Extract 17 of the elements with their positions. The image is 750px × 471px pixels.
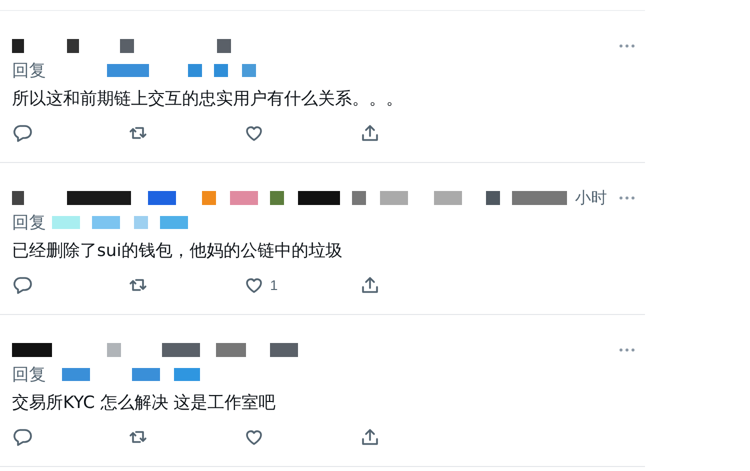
reply-icon (12, 427, 32, 447)
more-icon (619, 196, 635, 200)
replying-to-label: 回复 (12, 364, 46, 386)
reply-icon (12, 275, 32, 295)
reply-text: 所以这和前期链上交互的忠实用户有什么关系。。。 (12, 88, 404, 111)
more-icon (619, 44, 635, 48)
reply-text: 交易所KYC 怎么解决 这是工作室吧 (12, 392, 277, 415)
reply-icon (12, 123, 32, 143)
replying-to-label: 回复 (12, 60, 46, 82)
share-icon (360, 123, 380, 143)
replying-to-label: 回复 (12, 212, 46, 234)
share-icon (360, 427, 380, 447)
reply-text: 已经删除了sui的钱包，他妈的公链中的垃圾 (12, 240, 344, 263)
share-icon (360, 275, 380, 295)
more-icon (619, 348, 635, 352)
like-button[interactable]: 1 (244, 275, 360, 295)
timestamp: 小时 (575, 188, 607, 208)
